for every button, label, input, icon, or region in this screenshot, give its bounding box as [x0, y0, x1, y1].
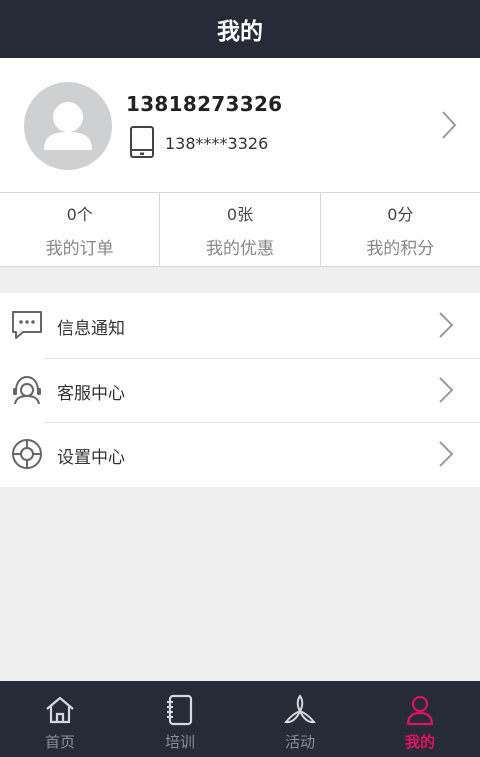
- menu-item-customer-service[interactable]: 客服中心: [0, 357, 480, 423]
- tab-training[interactable]: 培训: [120, 681, 240, 757]
- menu-item-label: 设置中心: [57, 448, 125, 469]
- settings-icon: [12, 439, 42, 470]
- chevron-right-icon[interactable]: [440, 110, 458, 140]
- page-title: 我的: [217, 19, 263, 45]
- tab-activities[interactable]: 活动: [240, 681, 360, 757]
- username: 13818273326: [126, 92, 283, 116]
- stat-label: 我的优惠: [205, 238, 274, 259]
- bottom-tab-bar: 首页 培训 活动 我的: [0, 681, 480, 757]
- menu-item-settings[interactable]: 设置中心: [0, 422, 480, 487]
- avatar[interactable]: [24, 82, 112, 170]
- stat-coupons[interactable]: 0张 我的优惠: [159, 193, 319, 266]
- tab-label: 首页: [44, 733, 75, 751]
- notebook-icon: [167, 694, 193, 726]
- menu-item-label: 信息通知: [57, 319, 125, 339]
- fan-icon: [284, 694, 316, 724]
- page-header: 我的: [0, 0, 480, 58]
- stat-points[interactable]: 0分 我的积分: [319, 193, 480, 266]
- menu-item-label: 客服中心: [57, 383, 125, 404]
- home-icon: [46, 696, 74, 724]
- phone-icon: [130, 126, 154, 158]
- stat-value: 0分: [387, 204, 414, 224]
- tab-label: 培训: [164, 733, 195, 751]
- tab-label: 活动: [284, 733, 315, 751]
- stats-row: 0个 我的订单 0张 我的优惠 0分 我的积分: [0, 192, 480, 267]
- tab-mine[interactable]: 我的: [360, 681, 480, 757]
- chevron-right-icon: [439, 312, 454, 338]
- tab-label: 我的: [404, 733, 435, 751]
- menu-item-notifications[interactable]: 信息通知: [0, 293, 480, 358]
- profile-card[interactable]: 13818273326 138****3326: [0, 58, 480, 192]
- tab-home[interactable]: 首页: [0, 681, 120, 757]
- chevron-right-icon: [439, 376, 454, 403]
- customer-service-icon: [13, 375, 41, 404]
- person-icon: [406, 695, 434, 726]
- menu-list: 信息通知 客服中心 设置中心: [0, 293, 480, 487]
- avatar-person-icon: [44, 102, 92, 150]
- phone-number: 138****3326: [165, 134, 269, 153]
- stat-label: 我的积分: [366, 238, 435, 259]
- stat-label: 我的订单: [45, 238, 114, 259]
- chevron-right-icon: [439, 441, 454, 468]
- stat-value: 0个: [66, 204, 93, 224]
- stat-value: 0张: [226, 204, 254, 224]
- message-icon: [12, 311, 42, 339]
- stat-orders[interactable]: 0个 我的订单: [0, 193, 159, 266]
